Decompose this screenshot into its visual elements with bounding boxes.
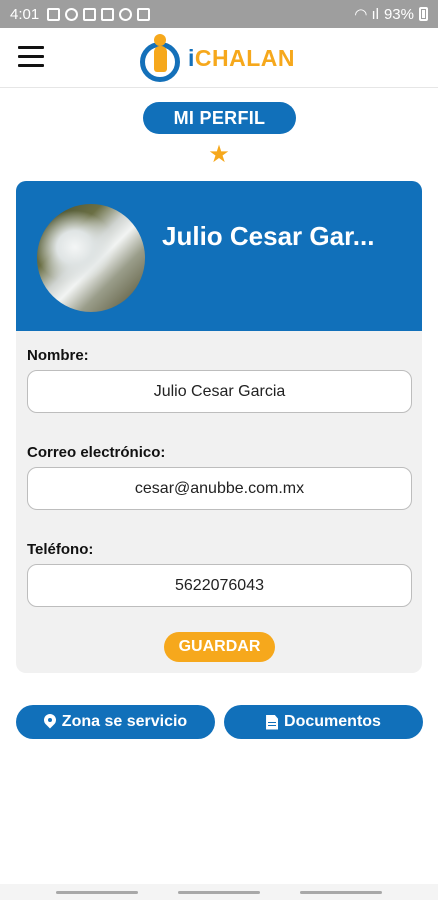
nav-recents-handle[interactable]: [300, 891, 382, 894]
star-icon: ★: [208, 141, 230, 168]
app-bar: iCHALAN: [0, 28, 438, 88]
battery-icon: [419, 7, 428, 21]
document-icon: [266, 714, 279, 730]
page-title: MI PERFIL: [143, 102, 296, 134]
service-zone-button[interactable]: Zona se servicio: [16, 705, 215, 739]
eye-icon: [65, 7, 79, 21]
profile-name: Julio Cesar Gar...: [162, 221, 375, 251]
system-nav-bar: [0, 884, 438, 900]
battery-percent: 93%: [383, 5, 414, 23]
nav-back-handle[interactable]: [56, 891, 138, 894]
phone-field[interactable]: [27, 564, 412, 607]
documents-button[interactable]: Documentos: [224, 705, 423, 739]
email-field[interactable]: [27, 467, 412, 510]
hamburger-menu-icon[interactable]: [18, 46, 44, 68]
wifi-signal-icon: ◠ ıl: [354, 6, 379, 23]
phone-label: Teléfono:: [27, 541, 94, 558]
logo-text: iCHALAN: [188, 44, 295, 71]
avatar[interactable]: [37, 204, 145, 312]
profile-card: Julio Cesar Gar... Nombre: Correo electr…: [16, 181, 422, 673]
logo-figure-icon: [140, 32, 184, 84]
screenshot-icon: [83, 7, 97, 21]
notification-icons: [47, 7, 151, 21]
mail-icon: [47, 7, 61, 21]
nav-home-handle[interactable]: [178, 891, 260, 894]
status-bar: 4:01 ◠ ıl 93%: [0, 0, 438, 28]
profile-header: Julio Cesar Gar...: [16, 181, 422, 331]
name-label: Nombre:: [27, 347, 89, 364]
chat-icon: [101, 7, 115, 21]
documents-label: Documentos: [284, 713, 381, 730]
ichalan-logo: iCHALAN: [140, 32, 295, 84]
status-time: 4:01: [10, 5, 40, 23]
save-button[interactable]: GUARDAR: [164, 632, 275, 662]
image-icon: [137, 7, 151, 21]
map-pin-icon: [44, 714, 56, 730]
system-status: ◠ ıl 93%: [354, 5, 428, 23]
email-label: Correo electrónico:: [27, 444, 166, 461]
sync-icon: [119, 7, 133, 21]
service-zone-label: Zona se servicio: [61, 713, 188, 730]
name-field[interactable]: [27, 370, 412, 413]
